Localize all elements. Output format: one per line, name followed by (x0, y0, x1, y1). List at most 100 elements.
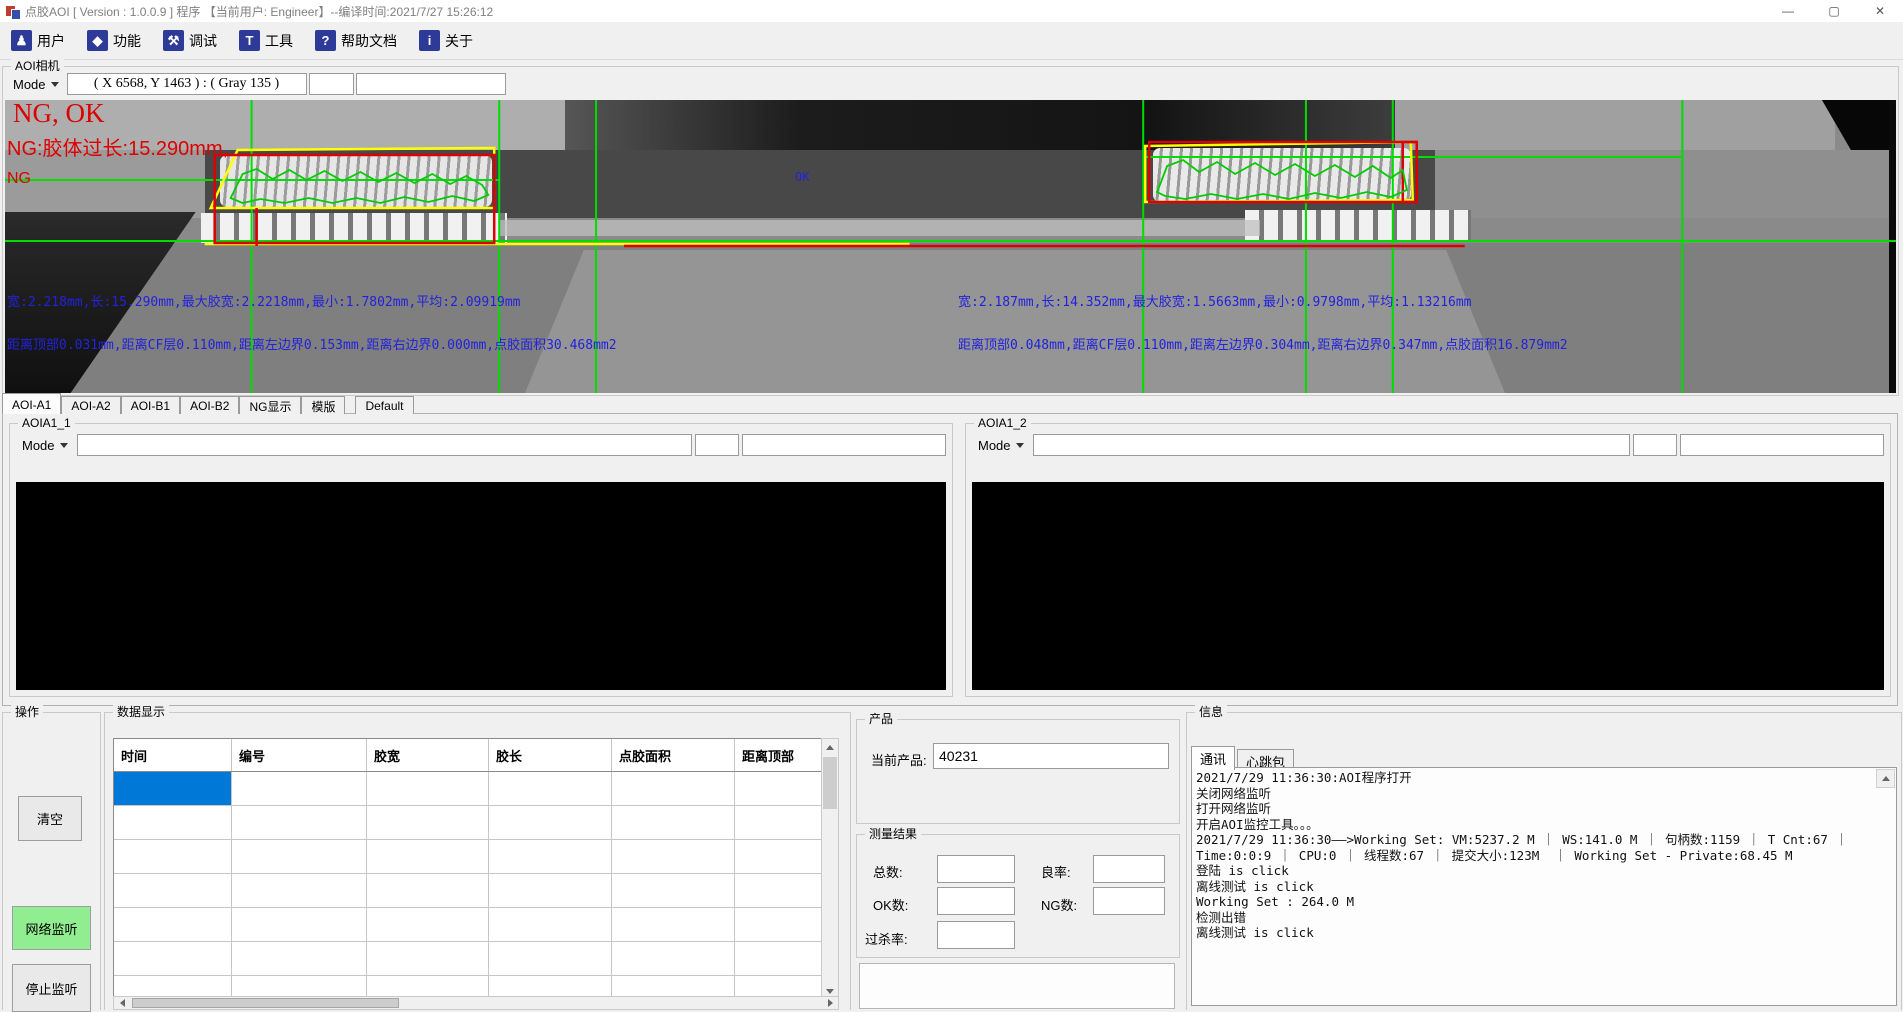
operation-group-label: 操作 (11, 705, 43, 719)
maximize-button[interactable]: ▢ (1811, 0, 1857, 22)
tab-aoi-a1[interactable]: AOI-A1 (2, 393, 61, 414)
data-display-label: 数据显示 (113, 705, 169, 719)
table-row[interactable] (114, 874, 822, 908)
table-vertical-scrollbar[interactable] (821, 738, 839, 1001)
col-header-glue-width[interactable]: 胶宽 (367, 739, 489, 771)
tab-aoi-b1[interactable]: AOI-B1 (121, 396, 180, 414)
table-row[interactable] (114, 772, 822, 806)
aoia1-2-field-1[interactable] (1033, 434, 1630, 456)
left-measurement-line1: 宽:2.218mm,长:15.290mm,最大胶宽:2.2218mm,最小:1.… (7, 291, 521, 310)
aoia1-2-image-view[interactable] (972, 482, 1884, 690)
tab-template[interactable]: 模版 (301, 396, 345, 414)
window-controls: — ▢ ✕ (1765, 0, 1903, 22)
scroll-thumb[interactable] (823, 757, 837, 809)
ng-count-label: NG数: (1041, 895, 1077, 914)
ng-count-field[interactable] (1093, 887, 1165, 915)
selected-cell[interactable] (114, 772, 232, 805)
camera-ok-overlay: OK (795, 170, 809, 184)
table-row[interactable] (114, 942, 822, 976)
aoia1-1-panel: AOIA1_1 Mode (9, 423, 953, 697)
toolbar-item-debug[interactable]: ⚒ 调试 (156, 27, 224, 54)
yield-label: 良率: (1041, 862, 1071, 881)
tab-page-aoi-a1: AOIA1_1 Mode AOIA1_2 Mode (2, 413, 1898, 706)
hscroll-thumb[interactable] (132, 998, 399, 1008)
camera-status-overlay: NG, OK (13, 100, 105, 129)
network-listen-button[interactable]: 网络监听 (12, 906, 91, 950)
tab-aoi-a2[interactable]: AOI-A2 (61, 396, 120, 414)
current-product-input[interactable] (933, 743, 1169, 769)
data-display-group: 数据显示 时间 编号 胶宽 胶长 点胶面积 距离顶部 (104, 712, 851, 1010)
aoia1-2-label: AOIA1_2 (974, 416, 1031, 430)
ok-count-label: OK数: (873, 895, 908, 914)
table-row[interactable] (114, 908, 822, 942)
total-field[interactable] (937, 855, 1015, 883)
scroll-up-icon[interactable] (822, 739, 838, 756)
info-icon: i (419, 30, 440, 51)
col-header-glue-area[interactable]: 点胶面积 (612, 739, 735, 771)
right-measurement-line2: 距离顶部0.048mm,距离CF层0.110mm,距离左边界0.304mm,距离… (958, 334, 1568, 353)
clear-button[interactable]: 清空 (18, 796, 82, 841)
ok-count-field[interactable] (937, 887, 1015, 915)
current-product-label: 当前产品: (871, 750, 927, 769)
aoia1-1-field-3[interactable] (742, 434, 946, 456)
camera-field-2[interactable] (309, 73, 354, 95)
info-group: 信息 通讯 心跳包 2021/7/29 11:36:30:AOI程序打开 关闭网… (1186, 712, 1902, 1010)
tab-default[interactable]: Default (355, 396, 413, 414)
aoia1-2-field-3[interactable] (1680, 434, 1884, 456)
total-label: 总数: (873, 862, 903, 881)
aoia1-1-image-view[interactable] (16, 482, 946, 690)
col-header-glue-length[interactable]: 胶长 (489, 739, 612, 771)
camera-coords-readout: ( X 6568, Y 1463 ) : ( Gray 135 ) (67, 73, 307, 95)
chevron-down-icon (51, 82, 59, 87)
gear-icon: ◆ (87, 30, 108, 51)
aoia1-1-mode-row: Mode (16, 434, 946, 456)
yield-field[interactable] (1093, 855, 1165, 883)
minimize-button[interactable]: — (1765, 0, 1811, 22)
toolbar-item-user[interactable]: ♟ 用户 (4, 27, 72, 54)
table-row[interactable] (114, 840, 822, 874)
tab-aoi-b2[interactable]: AOI-B2 (180, 396, 239, 414)
scroll-right-icon[interactable] (822, 997, 838, 1009)
col-header-dist-top[interactable]: 距离顶部 (735, 739, 822, 771)
app-icon (6, 4, 20, 18)
camera-field-3[interactable] (356, 73, 506, 95)
table-row[interactable] (114, 806, 822, 840)
aoia1-1-field-1[interactable] (77, 434, 692, 456)
aoia1-2-field-2[interactable] (1633, 434, 1677, 456)
close-button[interactable]: ✕ (1857, 0, 1903, 22)
camera-image-view[interactable]: NG, OK NG:胶体过长:15.290mm, NG OK 宽:2.218mm… (5, 100, 1896, 393)
aoia1-1-mode-dropdown[interactable]: Mode (16, 434, 74, 456)
table-horizontal-scrollbar[interactable] (113, 996, 839, 1010)
user-icon: ♟ (11, 30, 32, 51)
left-measurement-line2: 距离顶部0.031mm,距离CF层0.110mm,距离左边界0.153mm,距离… (7, 334, 617, 353)
toolbar-item-about[interactable]: i 关于 (412, 27, 480, 54)
toolbar-item-help[interactable]: ? 帮助文档 (308, 27, 404, 54)
camera-ng-reason-overlay: NG:胶体过长:15.290mm, (7, 132, 228, 161)
aoia1-2-mode-dropdown[interactable]: Mode (972, 434, 1030, 456)
tab-ng-display[interactable]: NG显示 (239, 396, 301, 414)
toolbar-item-tools[interactable]: T 工具 (232, 27, 300, 54)
measure-result-group: 测量结果 总数: 良率: OK数: NG数: 过杀率: (856, 834, 1180, 958)
camera-ng-overlay: NG (7, 170, 31, 188)
log-scroll-up-icon[interactable] (1876, 769, 1895, 788)
tab-comm[interactable]: 通讯 (1191, 746, 1235, 770)
chevron-down-icon (1016, 443, 1024, 448)
col-header-id[interactable]: 编号 (232, 739, 367, 771)
scroll-left-icon[interactable] (114, 997, 130, 1009)
stop-listen-button[interactable]: 停止监听 (12, 964, 91, 1012)
camera-group: AOI相机 Mode ( X 6568, Y 1463 ) : ( Gray 1… (2, 66, 1899, 396)
camera-mode-dropdown[interactable]: Mode (7, 73, 65, 95)
overkill-field[interactable] (937, 921, 1015, 949)
right-measurement-line1: 宽:2.187mm,长:14.352mm,最大胶宽:1.5663mm,最小:0.… (958, 291, 1472, 310)
toolbar-item-function[interactable]: ◆ 功能 (80, 27, 148, 54)
table-header-row: 时间 编号 胶宽 胶长 点胶面积 距离顶部 (114, 739, 822, 772)
aoia1-2-mode-row: Mode (972, 434, 1884, 456)
aoia1-1-field-2[interactable] (695, 434, 739, 456)
comm-log[interactable]: 2021/7/29 11:36:30:AOI程序打开 关闭网络监听 打开网络监听… (1191, 767, 1897, 1006)
info-group-label: 信息 (1195, 705, 1227, 719)
result-notes-box[interactable] (859, 963, 1175, 1009)
data-table: 时间 编号 胶宽 胶长 点胶面积 距离顶部 (113, 738, 823, 1003)
col-header-time[interactable]: 时间 (114, 739, 232, 771)
product-group-label: 产品 (865, 712, 897, 726)
measure-result-label: 测量结果 (865, 827, 921, 841)
